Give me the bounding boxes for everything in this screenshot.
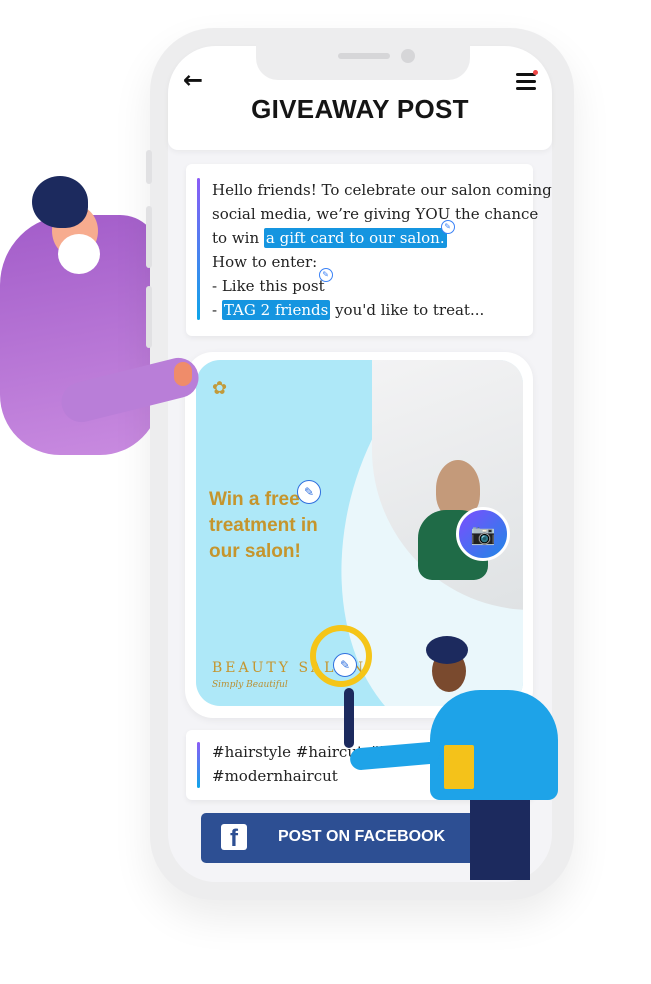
highlighted-prize-text[interactable]: a gift card to our salon. [263,228,447,248]
phone-speaker [338,53,390,59]
notepad-icon [444,745,474,789]
pencil-icon[interactable]: ✎ [440,220,455,234]
caption-text-segment: you'd like to treat... [335,301,485,319]
ad-headline[interactable]: Win a free treatment in our salon! [209,487,349,565]
highlighted-tag-text[interactable]: TAG 2 friends [221,300,331,320]
illustration-person-left-hand [174,362,192,386]
brand-tagline: Simply Beautiful [212,680,288,690]
caption-line: How to enter: [212,253,318,271]
caption-text-segment: - Like this post [212,277,325,295]
caption-text[interactable]: Hello friends! To celebrate our salon co… [212,178,552,322]
caption-line: to win a gift card to our salon.✎ [212,220,532,250]
page-title: GIVEAWAY POST [251,94,469,124]
caption-text-segment: - [212,301,218,319]
caption-line: Hello friends! To celebrate our salon co… [212,181,552,199]
hamburger-menu-icon[interactable] [516,70,538,94]
magnifier-handle [344,688,354,748]
phone-volume-button [146,286,152,348]
phone-notch [256,40,470,80]
post-on-facebook-label: POST ON FACEBOOK [278,828,446,845]
illustration-person-left-beard [58,234,100,274]
leaf-logo-icon: ✿ [212,378,228,399]
phone-volume-button [146,206,152,268]
caption-line: - Like this post✎ [212,268,532,298]
caption-text-segment: to win [212,229,260,247]
caption-line: social media, we’re giving YOU the chanc… [212,205,539,223]
pencil-icon[interactable]: ✎ [297,480,321,504]
illustration-person-right-legs [470,790,530,880]
arrow-left-icon[interactable]: ← [183,66,203,94]
caption-accent-bar [197,178,200,320]
facebook-icon: f [221,824,247,852]
phone-side-button [146,150,152,184]
illustration-person-right-hair [426,636,468,664]
notification-dot [533,70,538,75]
pencil-icon[interactable]: ✎ [333,653,357,677]
caption-line: - TAG 2 friends you'd like to treat... [212,298,532,322]
hashtags-accent-bar [197,742,200,788]
pencil-icon[interactable]: ✎ [318,268,333,282]
phone-front-camera [401,49,415,63]
illustration-person-left-hair [32,176,88,228]
camera-icon[interactable]: 📷 [456,507,510,561]
